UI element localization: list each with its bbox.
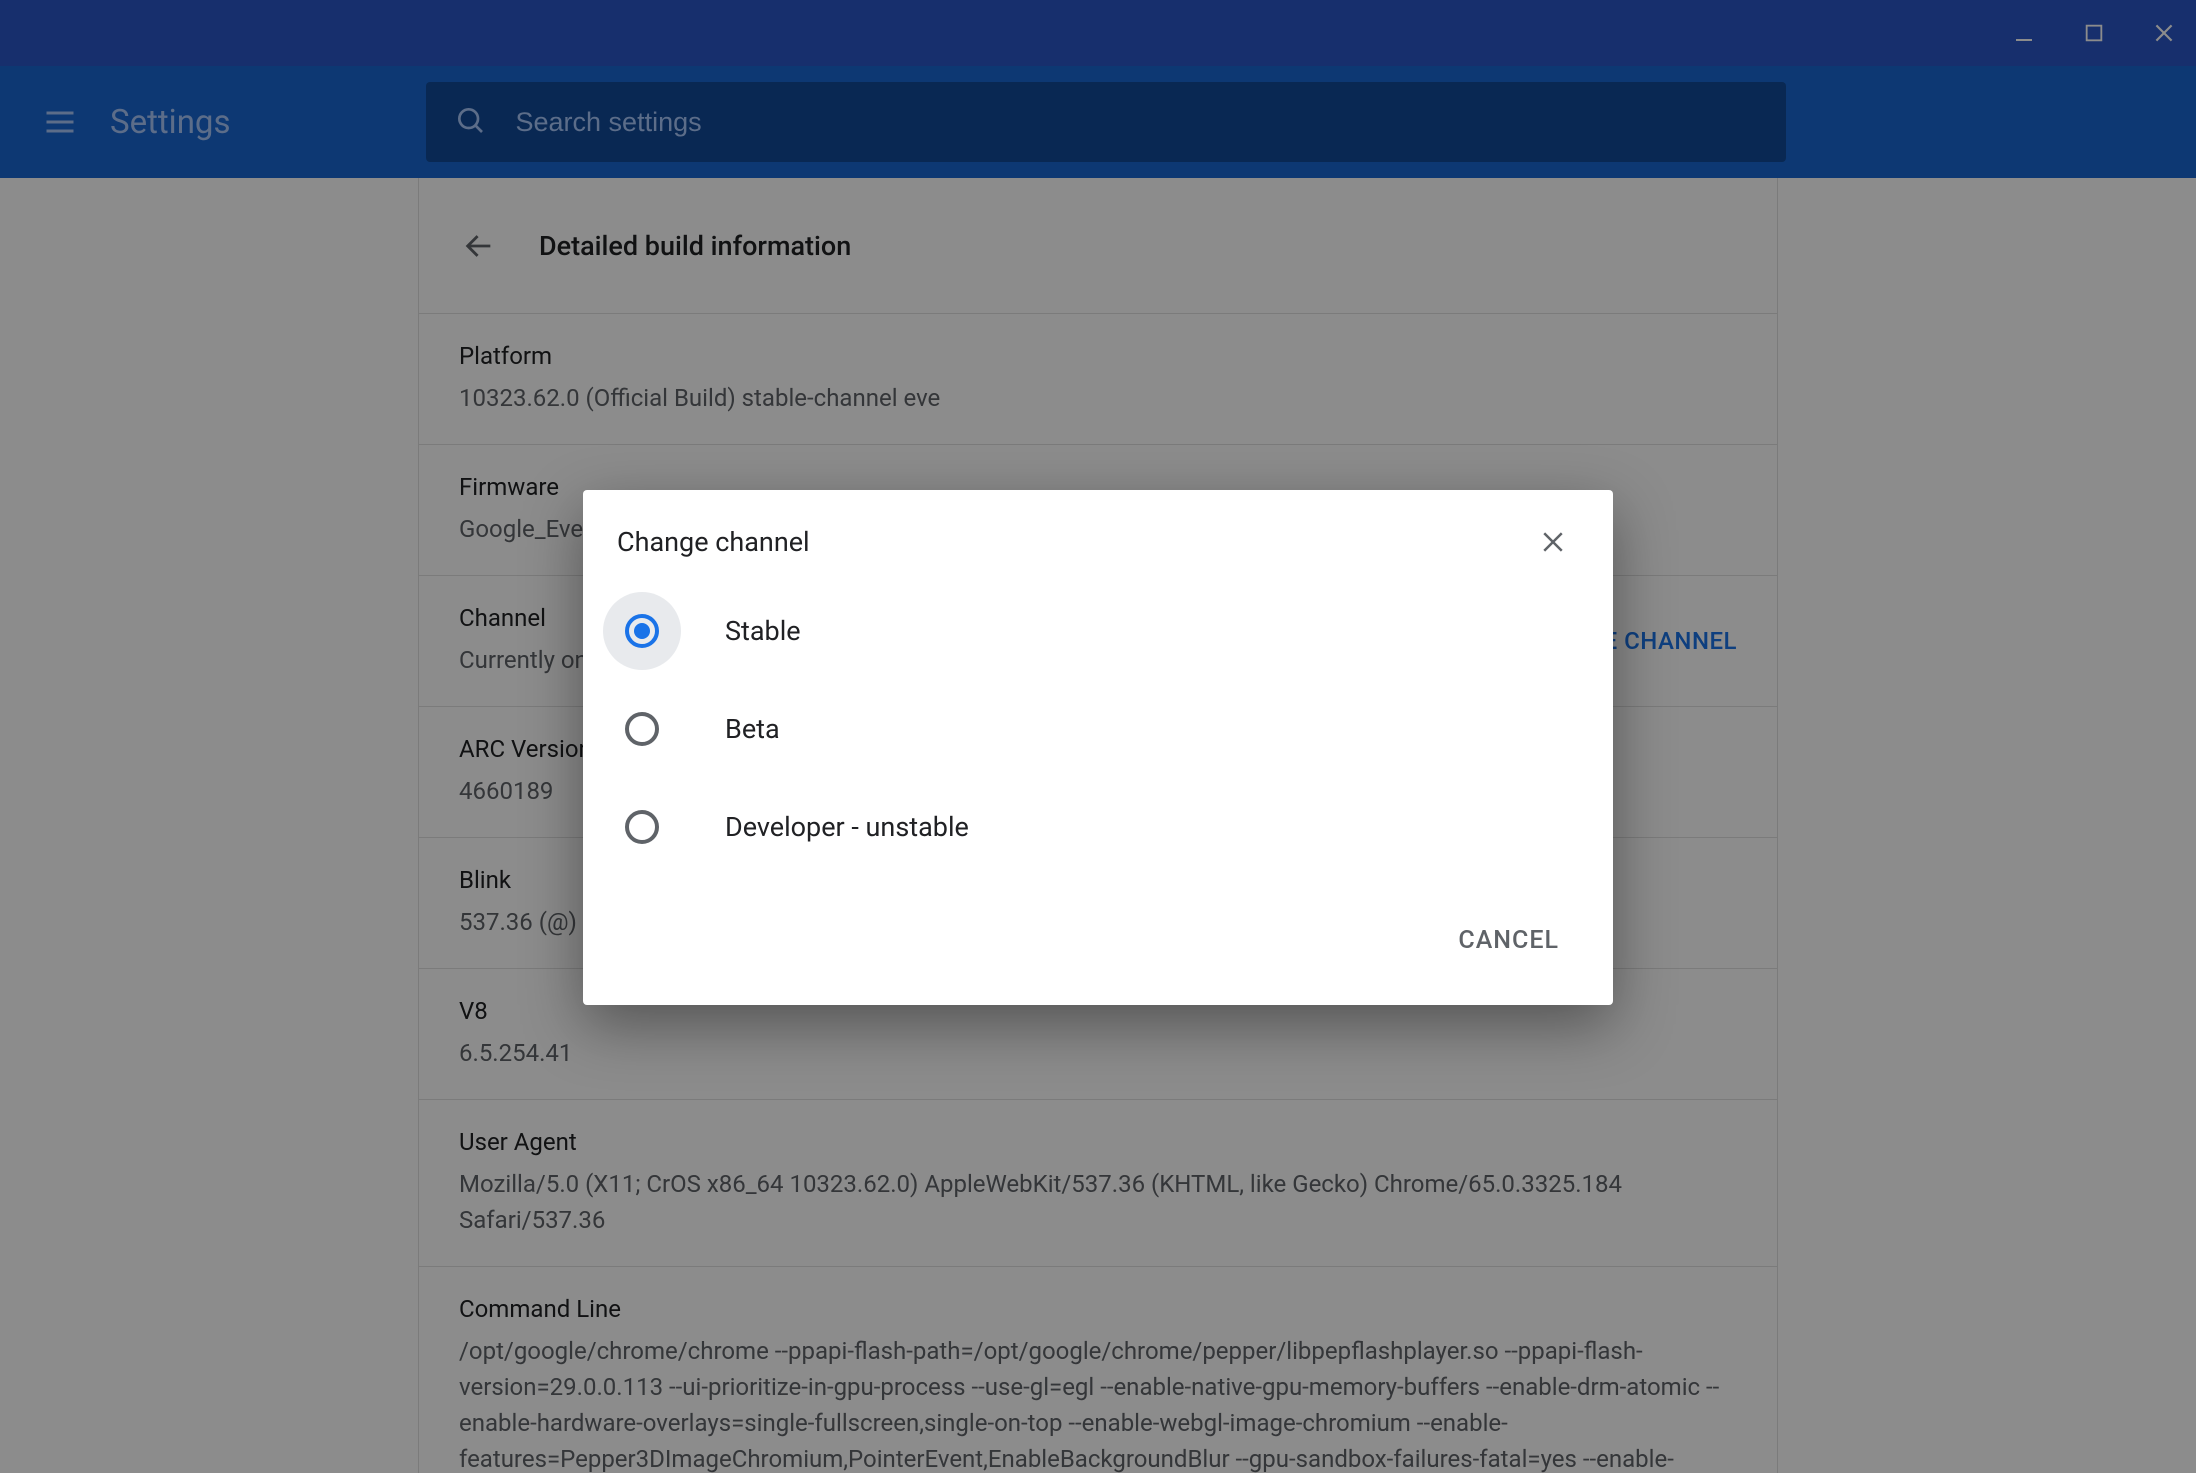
channel-option-beta[interactable]: Beta [603, 680, 1579, 778]
modal-scrim[interactable]: Change channel Stable Beta Developer - u… [0, 0, 2196, 1473]
option-label: Developer - unstable [725, 811, 969, 843]
cancel-button[interactable]: CANCEL [1458, 926, 1559, 955]
radio-icon [625, 810, 659, 844]
radio-icon [625, 712, 659, 746]
radio-icon [625, 614, 659, 648]
channel-option-developer[interactable]: Developer - unstable [603, 778, 1579, 876]
channel-option-stable[interactable]: Stable [603, 582, 1579, 680]
option-label: Stable [725, 615, 801, 647]
channel-options: Stable Beta Developer - unstable [583, 582, 1613, 926]
dialog-close-button[interactable] [1533, 522, 1573, 562]
option-label: Beta [725, 713, 780, 745]
change-channel-dialog: Change channel Stable Beta Developer - u… [583, 490, 1613, 1005]
dialog-title: Change channel [617, 526, 810, 558]
